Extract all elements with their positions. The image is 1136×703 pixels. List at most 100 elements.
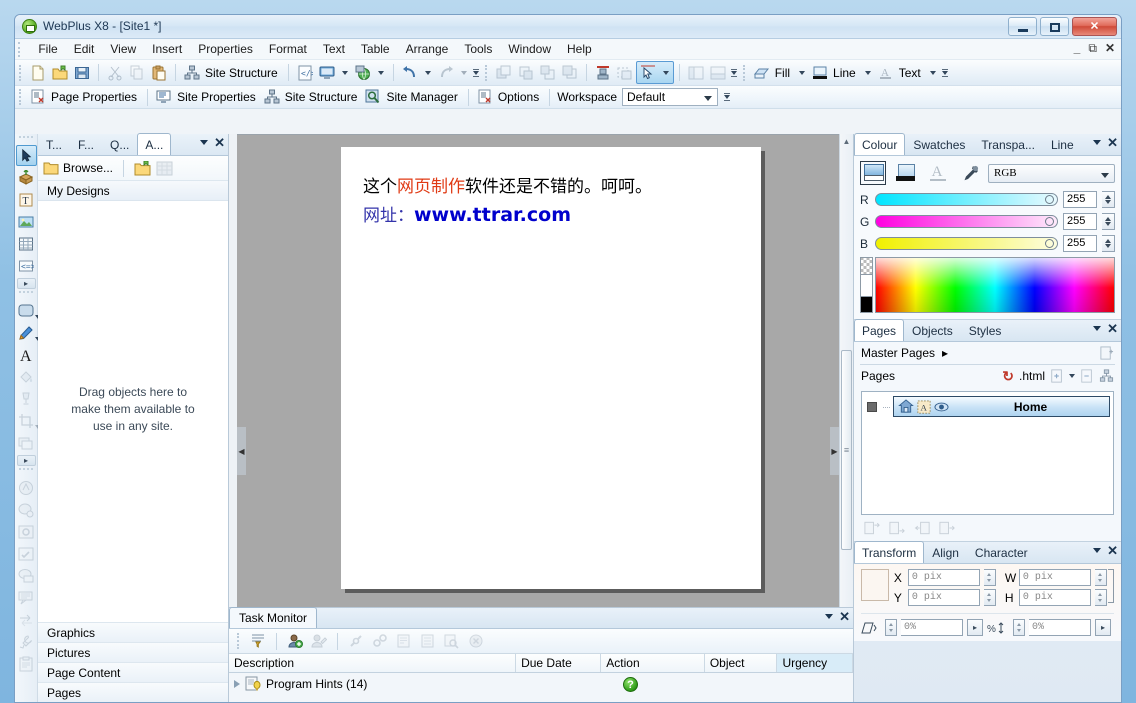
- redo-button[interactable]: [435, 62, 471, 83]
- canvas-collapse-right-handle[interactable]: ▶: [830, 427, 839, 475]
- column-header-urgency[interactable]: Urgency: [777, 654, 853, 672]
- paste-button[interactable]: [148, 62, 170, 83]
- close-button[interactable]: ✕: [1072, 17, 1117, 36]
- text-swatch-button[interactable]: A: [924, 161, 950, 185]
- task-list-button[interactable]: [417, 631, 439, 652]
- menu-item-arrange[interactable]: Arrange: [398, 39, 457, 59]
- white-swatch[interactable]: [860, 275, 873, 297]
- menu-item-window[interactable]: Window: [500, 39, 559, 59]
- cut-button[interactable]: [104, 62, 126, 83]
- toolbox-expand-2[interactable]: ▸: [16, 455, 36, 466]
- selection-dropdown-caret[interactable]: [662, 70, 669, 75]
- colour-panel-menu-caret-icon[interactable]: [1093, 140, 1102, 145]
- page-sheet[interactable]: 这个网页制作软件还是不错的。呵呵。 网址：www.ttrar.com: [341, 147, 761, 589]
- navbar-tool[interactable]: [16, 477, 37, 498]
- filter-tasks-button[interactable]: [247, 631, 269, 652]
- column-header-object[interactable]: Object: [705, 654, 778, 672]
- add-page-icon[interactable]: [1050, 369, 1064, 383]
- transparency-tool[interactable]: [16, 388, 37, 409]
- clipboard-tool[interactable]: [16, 653, 37, 674]
- tab-align[interactable]: Align: [924, 543, 967, 563]
- menu-item-format[interactable]: Format: [261, 39, 315, 59]
- column-header-action[interactable]: Action: [601, 654, 705, 672]
- line-button[interactable]: Line: [809, 62, 875, 83]
- channel-value-b[interactable]: 255: [1063, 235, 1097, 252]
- fill-button[interactable]: Fill: [751, 62, 809, 83]
- comment-tool[interactable]: [16, 565, 37, 586]
- edit-task-owner-button[interactable]: [308, 631, 330, 652]
- attributes-toolbar-overflow-button[interactable]: [941, 68, 950, 78]
- open-site-button[interactable]: [49, 62, 71, 83]
- menu-item-view[interactable]: View: [102, 39, 144, 59]
- tab-tab-f[interactable]: F...: [70, 135, 102, 155]
- preview-in-window-button[interactable]: [316, 62, 352, 83]
- arrange-toolbar-grip[interactable]: [484, 64, 489, 81]
- transform-panel-menu-caret-icon[interactable]: [1093, 548, 1102, 553]
- pages-panel-menu-caret-icon[interactable]: [1093, 326, 1102, 331]
- pages-list[interactable]: ···· A Home: [861, 391, 1114, 515]
- canvas-collapse-left-handle[interactable]: ◀: [237, 427, 246, 475]
- insert-object-tool[interactable]: [16, 167, 37, 188]
- assets-panel-close-icon[interactable]: ✕: [214, 136, 225, 149]
- colour-spectrum[interactable]: [860, 257, 1115, 313]
- tab-transparency[interactable]: Transpa...: [973, 135, 1043, 155]
- text-dropdown-caret[interactable]: [929, 70, 936, 75]
- tab-transform[interactable]: Transform: [854, 541, 925, 563]
- group-button[interactable]: [614, 62, 636, 83]
- rotate-dropdown-button[interactable]: ▸: [1095, 619, 1111, 636]
- black-swatch[interactable]: [860, 297, 873, 313]
- canvas-vertical-scrollbar[interactable]: ▲ ▼: [839, 134, 853, 675]
- shear-field[interactable]: 0%: [901, 619, 963, 636]
- assets-category-pages[interactable]: Pages: [38, 682, 228, 702]
- minimize-button[interactable]: [1008, 17, 1037, 36]
- tab-task-monitor[interactable]: Task Monitor: [229, 607, 318, 628]
- fill-tool[interactable]: [16, 366, 37, 387]
- menu-item-properties[interactable]: Properties: [190, 39, 261, 59]
- refresh-icon[interactable]: ↻: [1002, 368, 1014, 385]
- menu-item-table[interactable]: Table: [353, 39, 398, 59]
- anchor-proxy[interactable]: [861, 569, 889, 601]
- tab-objects[interactable]: Objects: [904, 321, 961, 341]
- toolbox-grip-3[interactable]: [19, 468, 33, 476]
- column-header-due-date[interactable]: Due Date: [516, 654, 602, 672]
- arrange-toolbar-overflow-button[interactable]: [730, 68, 739, 78]
- menu-grip[interactable]: [18, 42, 23, 57]
- menu-item-tools[interactable]: Tools: [456, 39, 500, 59]
- delete-page-icon[interactable]: [1080, 369, 1094, 383]
- table-row[interactable]: Program Hints (14) ?: [229, 673, 853, 695]
- browse-button[interactable]: Browse...: [43, 161, 113, 175]
- colour-mode-select[interactable]: RGB: [988, 163, 1115, 183]
- send-to-back-button[interactable]: [559, 62, 581, 83]
- list-item[interactable]: ···· A Home: [865, 396, 1110, 417]
- context-toolbar-grip[interactable]: [19, 89, 23, 105]
- workspace-select[interactable]: Default: [622, 88, 719, 106]
- line-swatch-button[interactable]: [892, 161, 918, 185]
- picture-tool[interactable]: [16, 211, 37, 232]
- vertical-scroll-thumb[interactable]: [841, 350, 852, 550]
- page-move-up-button[interactable]: [863, 519, 882, 537]
- tab-swatches[interactable]: Swatches: [905, 135, 973, 155]
- task-link-button[interactable]: [345, 631, 367, 652]
- pages-panel-close-icon[interactable]: ✕: [1107, 322, 1118, 335]
- wrench-tool[interactable]: [16, 631, 37, 652]
- undo-button[interactable]: [399, 62, 435, 83]
- shape-tool[interactable]: [16, 300, 41, 321]
- site-manager-button[interactable]: Site Manager: [362, 87, 462, 108]
- master-pages-expand-icon[interactable]: ▸: [942, 346, 948, 360]
- assets-category-graphics[interactable]: Graphics: [38, 622, 228, 642]
- colour-panel-close-icon[interactable]: ✕: [1107, 136, 1118, 149]
- shear-dropdown-button[interactable]: ▸: [967, 619, 983, 636]
- tab-colour[interactable]: Colour: [854, 133, 906, 155]
- menu-item-file[interactable]: File: [30, 39, 65, 59]
- menu-item-edit[interactable]: Edit: [66, 39, 103, 59]
- slider-knob[interactable]: [1045, 217, 1054, 226]
- h-spinner[interactable]: [1094, 589, 1107, 606]
- tab-styles[interactable]: Styles: [961, 321, 1010, 341]
- page-properties-button[interactable]: Page Properties: [27, 87, 142, 108]
- blog-tool[interactable]: [16, 587, 37, 608]
- menu-item-insert[interactable]: Insert: [144, 39, 190, 59]
- slider-knob[interactable]: [1045, 239, 1054, 248]
- w-field[interactable]: 0 pix: [1018, 569, 1091, 586]
- redo-dropdown-caret[interactable]: [460, 70, 467, 75]
- toolbar-grip[interactable]: [19, 64, 23, 81]
